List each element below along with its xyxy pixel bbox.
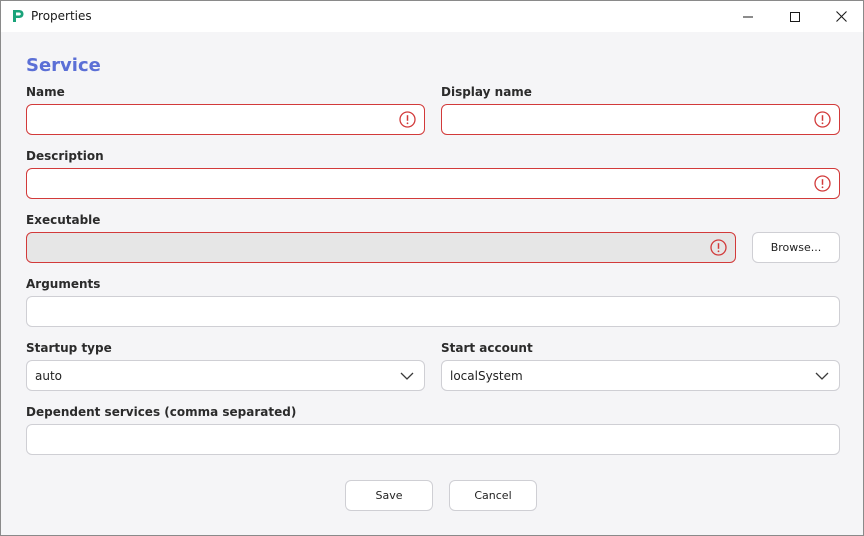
- save-button[interactable]: Save: [345, 480, 433, 511]
- display-name-field[interactable]: [441, 104, 840, 135]
- cancel-button[interactable]: Cancel: [449, 480, 537, 511]
- name-input[interactable]: [35, 105, 392, 134]
- executable-field: [26, 232, 736, 263]
- maximize-icon: [790, 11, 800, 22]
- name-label: Name: [26, 85, 65, 99]
- error-icon: [710, 239, 727, 256]
- start-account-select[interactable]: localSystem: [441, 360, 840, 391]
- display-name-input[interactable]: [450, 105, 807, 134]
- arguments-field[interactable]: [26, 296, 840, 327]
- app-logo-icon: [13, 10, 24, 22]
- executable-label: Executable: [26, 213, 101, 227]
- close-button[interactable]: [818, 1, 864, 32]
- display-name-label: Display name: [441, 85, 532, 99]
- title-bar: Properties: [1, 1, 863, 32]
- chevron-down-icon: [400, 372, 414, 380]
- minimize-icon: [743, 16, 753, 17]
- description-input[interactable]: [35, 169, 807, 198]
- dependent-services-field[interactable]: [26, 424, 840, 455]
- chevron-down-icon: [815, 372, 829, 380]
- start-account-value: localSystem: [450, 369, 523, 383]
- description-label: Description: [26, 149, 104, 163]
- arguments-input[interactable]: [35, 297, 807, 326]
- browse-button[interactable]: Browse...: [752, 232, 840, 263]
- error-icon: [814, 175, 831, 192]
- startup-type-value: auto: [35, 369, 63, 383]
- section-title: Service: [26, 55, 101, 76]
- window-title: Properties: [31, 9, 92, 23]
- maximize-button[interactable]: [772, 1, 818, 32]
- dependent-services-label: Dependent services (comma separated): [26, 405, 297, 419]
- startup-type-label: Startup type: [26, 341, 112, 355]
- dependent-services-input[interactable]: [35, 425, 807, 454]
- error-icon: [399, 111, 416, 128]
- description-field[interactable]: [26, 168, 840, 199]
- startup-type-select[interactable]: auto: [26, 360, 425, 391]
- properties-window: Properties Service Name Display name Des…: [0, 0, 864, 536]
- name-field[interactable]: [26, 104, 425, 135]
- arguments-label: Arguments: [26, 277, 101, 291]
- error-icon: [814, 111, 831, 128]
- minimize-button[interactable]: [725, 1, 771, 32]
- executable-input: [35, 233, 703, 262]
- form-content: Service Name Display name Description Ex…: [1, 32, 863, 535]
- close-icon: [835, 11, 847, 22]
- start-account-label: Start account: [441, 341, 533, 355]
